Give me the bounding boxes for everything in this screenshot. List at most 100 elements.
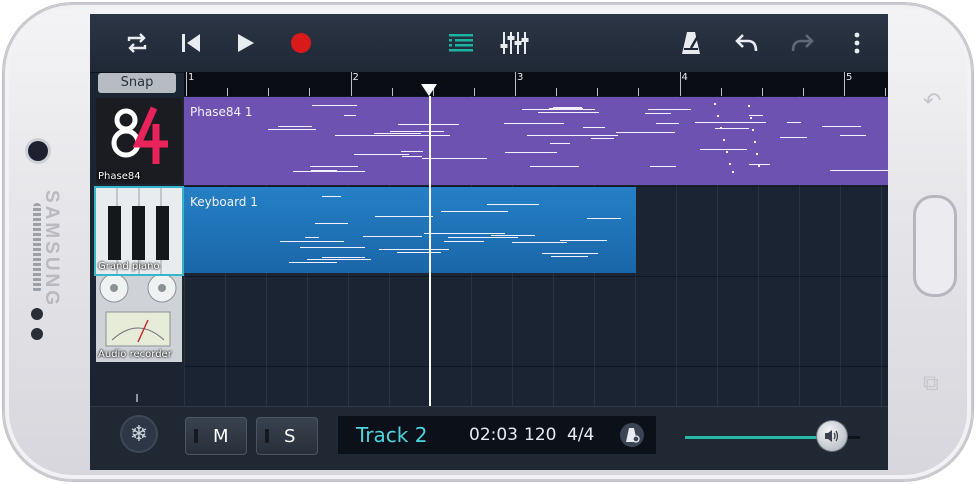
- midi-note: [527, 134, 556, 136]
- speaker-icon: [825, 430, 839, 442]
- midi-note: [487, 203, 540, 205]
- midi-note: [586, 218, 621, 219]
- ruler-bar-number: 1: [188, 72, 195, 83]
- ruler-tick: [597, 88, 599, 96]
- midi-note: [700, 149, 747, 151]
- ruler-bar-number: 5: [846, 72, 853, 83]
- midi-note: [829, 169, 888, 171]
- midi-note-dot: [732, 171, 734, 173]
- midi-note: [354, 153, 410, 155]
- brand-label: SAMSUNG: [41, 189, 62, 309]
- freeze-snowflake-icon[interactable]: ❄: [120, 415, 158, 453]
- ruler-tick: [186, 72, 187, 96]
- sensor-dot: [31, 328, 43, 340]
- play-icon[interactable]: [229, 27, 261, 59]
- midi-note-dot: [758, 165, 760, 167]
- track-header-phase84[interactable]: Phase84: [96, 98, 182, 184]
- skip-to-start-icon[interactable]: [175, 27, 207, 59]
- midi-note: [787, 122, 801, 124]
- midi-note: [389, 131, 445, 133]
- midi-note-dot: [754, 141, 756, 143]
- earpiece-speaker: [33, 203, 41, 293]
- snap-button[interactable]: Snap: [98, 73, 176, 93]
- app-screen: Snap 12345 Phase84 Grand piano Audio rec…: [90, 14, 888, 470]
- playhead-line: [429, 96, 431, 406]
- midi-note: [374, 133, 421, 135]
- midi-note: [780, 136, 807, 138]
- midi-note: [647, 108, 691, 110]
- track-header-grand-piano[interactable]: Grand piano: [96, 188, 182, 274]
- track-name: Grand piano: [98, 261, 160, 272]
- midi-note: [480, 232, 505, 234]
- bottom-bar: ❄ M S Track 2 02:03 120 4/4: [90, 406, 888, 470]
- ruler-tick: [350, 72, 352, 96]
- record-icon[interactable]: [285, 27, 317, 59]
- home-button[interactable]: [913, 195, 957, 297]
- track-header-audio-recorder[interactable]: Audio recorder: [96, 276, 182, 362]
- midi-note: [649, 165, 676, 167]
- region-label: Phase84 1: [190, 105, 253, 119]
- playhead-marker[interactable]: [421, 84, 437, 96]
- midi-note-dot: [750, 117, 752, 119]
- solo-led: [265, 429, 269, 443]
- midi-note: [278, 126, 313, 128]
- midi-note-dot: [756, 153, 758, 155]
- ruler-tick: [802, 88, 804, 96]
- loop-icon[interactable]: [121, 27, 153, 59]
- mute-label: M: [213, 426, 229, 447]
- midi-note: [304, 237, 319, 239]
- midi-note: [306, 258, 371, 260]
- track-info-panel[interactable]: Track 2 02:03 120 4/4: [338, 416, 656, 454]
- midi-note: [379, 248, 450, 250]
- midi-note: [310, 169, 338, 171]
- midi-note: [551, 255, 588, 257]
- midi-note: [280, 241, 345, 243]
- midi-note: [311, 104, 358, 106]
- midi-note: [821, 126, 861, 128]
- midi-note: [530, 165, 579, 167]
- timeline-ruler[interactable]: 1 2 3 4 5: [184, 72, 888, 96]
- sensor-dot: [31, 308, 43, 320]
- region-phase84[interactable]: Phase84 1: [184, 97, 888, 185]
- midi-note: [553, 134, 618, 136]
- track-headers: Phase84 Grand piano Audio recorder: [90, 96, 184, 406]
- mute-led: [194, 429, 198, 443]
- midi-note: [694, 122, 766, 124]
- midi-note: [616, 131, 676, 133]
- metronome-settings-icon[interactable]: [620, 423, 644, 447]
- midi-note: [289, 262, 337, 264]
- midi-note: [512, 241, 568, 243]
- midi-note: [397, 251, 441, 253]
- volume-fill: [685, 436, 832, 439]
- midi-note: [583, 126, 605, 128]
- midi-note: [491, 234, 536, 236]
- solo-button[interactable]: S: [256, 417, 318, 455]
- scroll-indicator: [136, 394, 138, 402]
- recent-apps-key-icon[interactable]: ⧉: [923, 371, 939, 396]
- undo-icon[interactable]: [731, 27, 763, 59]
- mute-button[interactable]: M: [185, 417, 247, 455]
- midi-note: [334, 134, 406, 136]
- time-display: 02:03: [469, 425, 518, 445]
- midi-note-dot: [729, 163, 731, 165]
- midi-note: [839, 135, 866, 137]
- midi-note: [402, 156, 423, 158]
- region-keyboard[interactable]: Keyboard 1: [184, 187, 636, 273]
- redo-icon[interactable]: [786, 27, 818, 59]
- midi-note: [542, 252, 598, 254]
- midi-note-dot: [752, 129, 754, 131]
- metronome-icon[interactable]: [675, 27, 707, 59]
- midi-note: [550, 143, 570, 145]
- midi-note: [362, 235, 423, 237]
- track-list-icon[interactable]: [445, 27, 477, 59]
- midi-note: [749, 115, 764, 117]
- arrangement-grid[interactable]: Phase84 1 Keyboard 1: [184, 96, 888, 406]
- midi-note: [322, 195, 341, 197]
- mixer-icon[interactable]: [499, 27, 531, 59]
- midi-note: [447, 236, 519, 238]
- ruler-tick: [391, 88, 393, 96]
- more-options-icon[interactable]: [841, 27, 873, 59]
- volume-knob[interactable]: [817, 421, 847, 451]
- volume-slider[interactable]: [685, 421, 860, 451]
- back-key-icon[interactable]: ↶: [923, 89, 941, 114]
